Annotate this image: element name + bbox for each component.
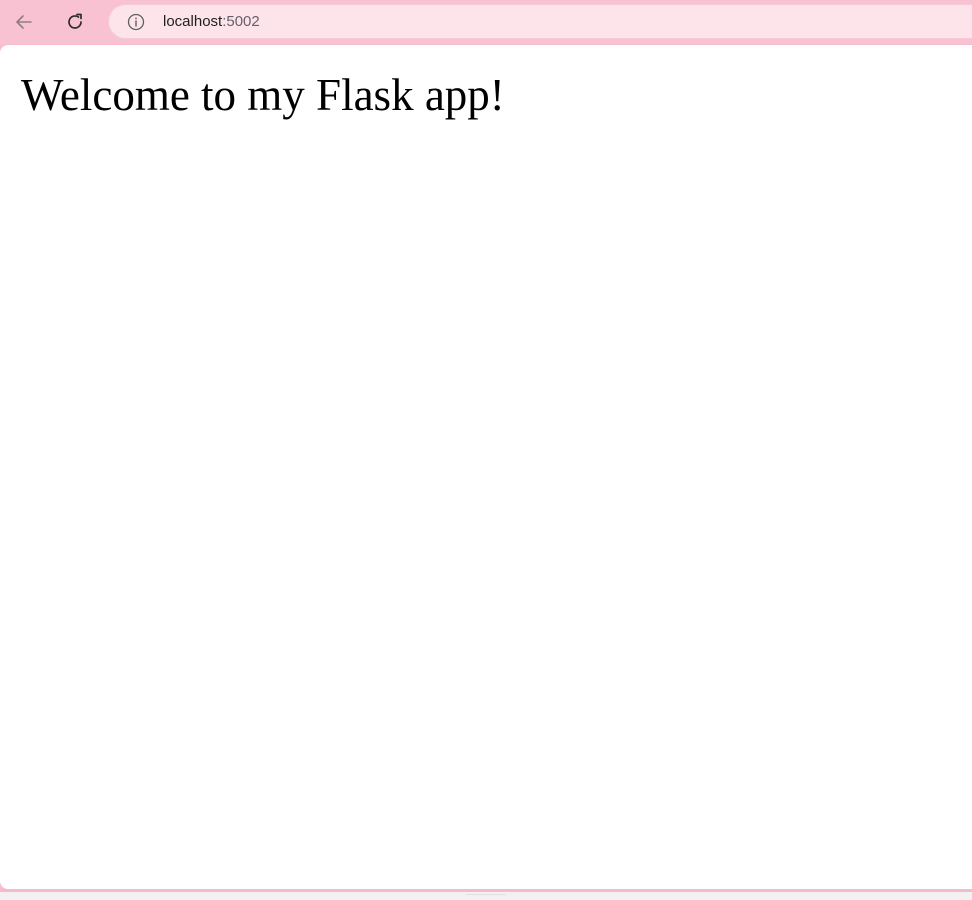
reload-icon <box>64 11 86 33</box>
reload-button[interactable] <box>58 5 92 39</box>
bottom-window-strip <box>0 889 972 900</box>
back-button[interactable] <box>7 5 41 39</box>
address-bar[interactable]: localhost:5002 <box>108 4 972 39</box>
page-viewport: Welcome to my Flask app! <box>0 45 972 889</box>
url-text: localhost:5002 <box>163 12 260 31</box>
arrow-left-icon <box>13 11 35 33</box>
window-resize-handle[interactable] <box>466 894 506 900</box>
info-icon[interactable] <box>126 12 146 32</box>
url-host: localhost <box>163 13 223 30</box>
url-port: :5002 <box>222 13 260 30</box>
browser-toolbar: localhost:5002 <box>0 0 972 44</box>
page-heading: Welcome to my Flask app! <box>21 70 505 120</box>
browser-window: localhost:5002 Welcome to my Flask app! <box>0 0 972 900</box>
